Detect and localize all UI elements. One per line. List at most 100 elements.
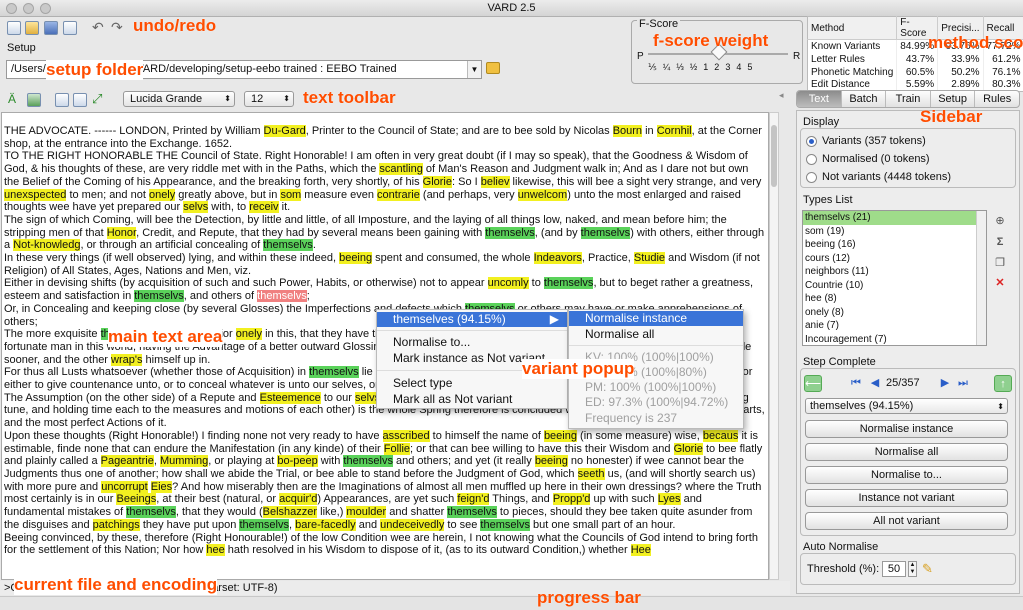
variant-word[interactable]: beeing xyxy=(543,429,577,442)
radio-not-variants[interactable] xyxy=(806,172,817,183)
table-row[interactable]: Letter Rules 43.7% 33.9% 61.2% xyxy=(807,52,1023,66)
fscore-tick[interactable]: 1 xyxy=(703,62,708,73)
variant-word[interactable]: bare-facedly xyxy=(295,518,356,531)
first-icon[interactable]: ⏮ xyxy=(847,375,865,392)
normalised-word[interactable]: themselvs xyxy=(239,518,289,531)
all-not-variant-button[interactable]: All not variant xyxy=(805,512,1008,530)
tab-text[interactable]: Text xyxy=(797,91,842,107)
types-list[interactable]: themselvs (21) som (19) beeing (16) cours (… xyxy=(802,210,987,346)
types-scrollbar[interactable] xyxy=(976,211,986,345)
paste-icon[interactable] xyxy=(73,93,87,107)
normalised-word[interactable]: themselvs xyxy=(343,455,393,468)
popup-item-normalise-to[interactable]: Normalise to... xyxy=(377,335,567,350)
tab-setup[interactable]: Setup xyxy=(931,91,976,107)
variant-word[interactable]: believ xyxy=(480,175,510,188)
fscore-tick[interactable]: 5 xyxy=(747,62,752,73)
variant-word[interactable]: Mumming xyxy=(159,455,209,468)
normalised-word[interactable]: themselvs xyxy=(309,366,359,379)
next-icon[interactable]: ▶ xyxy=(936,375,954,392)
variant-word[interactable]: Cornhil xyxy=(656,125,692,137)
list-item[interactable]: onely (8) xyxy=(803,306,986,320)
normalised-word[interactable]: themselvs xyxy=(480,518,530,531)
previous-icon[interactable]: ◀ xyxy=(866,375,884,392)
auto-normalise-icon[interactable]: ✎ xyxy=(922,561,933,577)
font-size-select[interactable]: 12 ⬍ xyxy=(244,91,294,107)
variant-word[interactable]: acquir'd xyxy=(279,493,318,506)
list-item[interactable]: anie (7) xyxy=(803,319,986,333)
collapse-icon[interactable]: ◂ xyxy=(779,90,784,101)
list-item[interactable]: cours (12) xyxy=(803,252,986,266)
save-all-icon[interactable] xyxy=(63,21,77,35)
variant-word[interactable]: Glorie xyxy=(673,442,703,455)
variant-word[interactable]: onely xyxy=(148,188,176,201)
variant-word[interactable]: feign'd xyxy=(457,493,490,506)
normalise-instance-button[interactable]: Normalise instance xyxy=(805,420,1008,438)
variant-word[interactable]: Eies xyxy=(150,480,173,493)
close-window-button[interactable] xyxy=(6,3,17,14)
tab-train[interactable]: Train xyxy=(886,91,931,107)
undo-icon[interactable]: ↶ xyxy=(92,19,104,36)
variant-word[interactable]: asscribed xyxy=(382,429,430,442)
list-item[interactable]: themselvs (21) xyxy=(803,211,986,225)
scrollbar-thumb[interactable] xyxy=(771,125,777,187)
normalised-word[interactable]: themselvs xyxy=(134,290,184,303)
variant-word[interactable]: Studie xyxy=(633,252,666,265)
variant-word[interactable]: becaus xyxy=(702,429,739,442)
variant-word[interactable]: Propp'd xyxy=(552,493,591,506)
save-file-icon[interactable] xyxy=(44,21,58,35)
expand-icon[interactable]: ⤢ xyxy=(92,91,102,107)
copy-icon[interactable]: ❐ xyxy=(993,256,1007,270)
normalised-word[interactable]: themselvs xyxy=(580,226,631,239)
fscore-tick[interactable]: 4 xyxy=(736,62,741,73)
submenu-normalise-instance[interactable]: Normalise instance xyxy=(569,311,743,326)
tab-batch[interactable]: Batch xyxy=(842,91,887,107)
variant-word[interactable]: contrarie xyxy=(377,188,420,201)
delete-icon[interactable]: ✕ xyxy=(993,276,1007,290)
instance-not-variant-button[interactable]: Instance not variant xyxy=(805,489,1008,507)
variant-word[interactable]: uncorrupt xyxy=(101,480,148,493)
threshold-stepper[interactable]: ▲ ▼ xyxy=(908,561,917,577)
list-item[interactable]: beeing (16) xyxy=(803,238,986,252)
variant-word[interactable]: Hee xyxy=(630,544,651,557)
variant-word[interactable]: beeing xyxy=(534,455,568,468)
open-file-icon[interactable] xyxy=(25,21,39,35)
variant-word[interactable]: Not-knowledg xyxy=(13,239,81,252)
list-item[interactable]: som (19) xyxy=(803,225,986,239)
refresh-icon[interactable] xyxy=(27,93,41,107)
variant-word[interactable]: receiv xyxy=(249,201,279,214)
variant-word[interactable]: Bourn xyxy=(612,125,643,137)
fscore-tick[interactable]: 2 xyxy=(714,62,719,73)
variant-word[interactable]: som xyxy=(280,188,302,201)
normalised-word[interactable]: themselvs xyxy=(485,226,535,239)
variant-word[interactable]: uncomly xyxy=(487,277,529,290)
fscore-tick[interactable]: 3 xyxy=(725,62,730,73)
current-variant-word[interactable]: themselvs xyxy=(257,290,307,303)
variant-word[interactable]: Glorie xyxy=(422,175,452,188)
font-family-select[interactable]: Lucida Grande ⬍ xyxy=(123,91,235,107)
fscore-tick[interactable]: ⅕ xyxy=(648,62,657,73)
variant-word[interactable]: onely xyxy=(235,328,263,341)
normalised-word[interactable]: themselvs xyxy=(447,506,497,519)
zoom-window-button[interactable] xyxy=(40,3,51,14)
fscore-tick[interactable]: ½ xyxy=(690,62,698,73)
variant-word[interactable]: Du-Gard xyxy=(263,125,306,137)
step-up-button[interactable]: ↑ xyxy=(994,375,1012,392)
variant-word[interactable]: Pageantrie xyxy=(100,455,154,468)
variant-word[interactable]: selvs xyxy=(183,201,209,214)
minimize-window-button[interactable] xyxy=(23,3,34,14)
normalise-all-button[interactable]: Normalise all xyxy=(805,443,1008,461)
variant-word[interactable]: wrap's xyxy=(111,353,143,366)
popup-item-mark-all[interactable]: Mark all as Not variant xyxy=(377,392,567,407)
fscore-tick[interactable]: ⅓ xyxy=(676,62,684,73)
last-icon[interactable]: ⏭ xyxy=(954,375,972,392)
spellcheck-icon[interactable]: Ä xyxy=(8,92,16,106)
variant-word[interactable]: Follie xyxy=(383,442,411,455)
sigma-icon[interactable]: Σ xyxy=(993,235,1007,249)
normalised-word[interactable]: themselvs xyxy=(543,277,594,290)
variant-word[interactable]: hee xyxy=(206,544,225,557)
normalised-word[interactable]: themselvs xyxy=(263,239,313,252)
fscore-tick[interactable]: ¼ xyxy=(663,62,671,73)
variant-word[interactable]: Esteemence xyxy=(259,391,321,404)
variant-word[interactable]: moulder xyxy=(346,506,387,519)
folder-icon[interactable] xyxy=(486,62,500,74)
